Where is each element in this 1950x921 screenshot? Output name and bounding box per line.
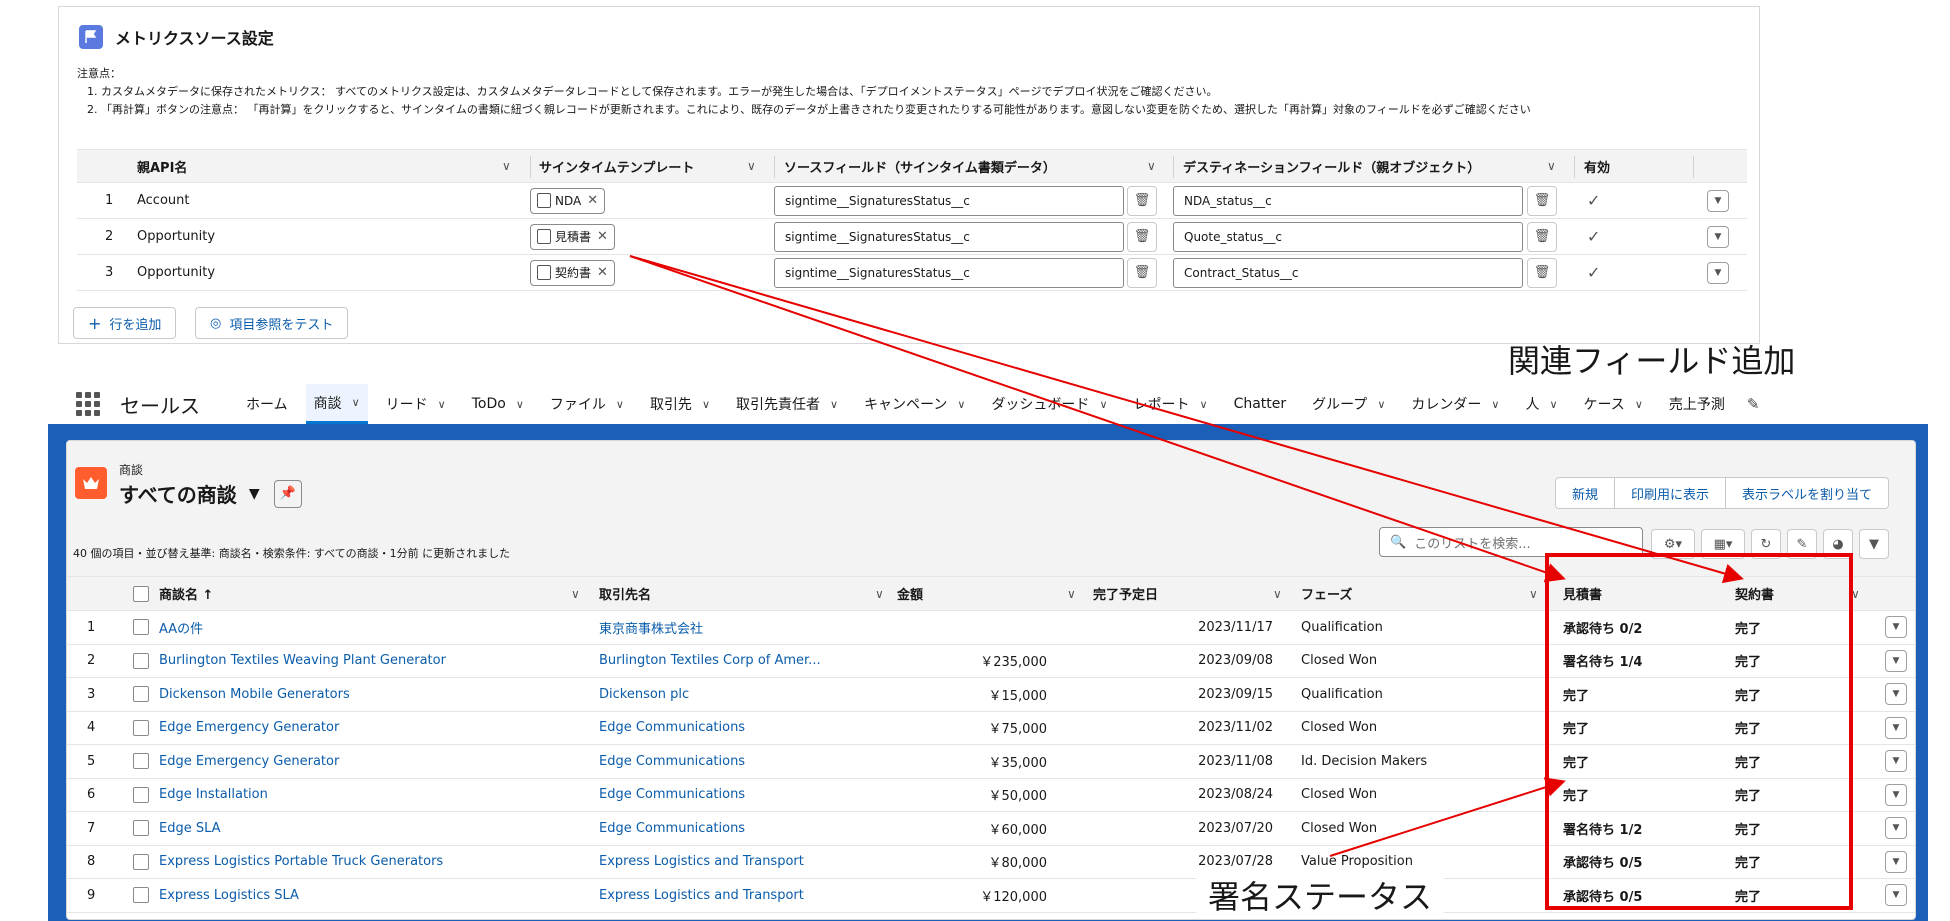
arrow-to-contract <box>629 255 1744 584</box>
arrow-to-quote <box>629 255 1566 583</box>
annotation-arrows <box>629 255 1744 857</box>
arrow-sign-status <box>1329 777 1566 857</box>
